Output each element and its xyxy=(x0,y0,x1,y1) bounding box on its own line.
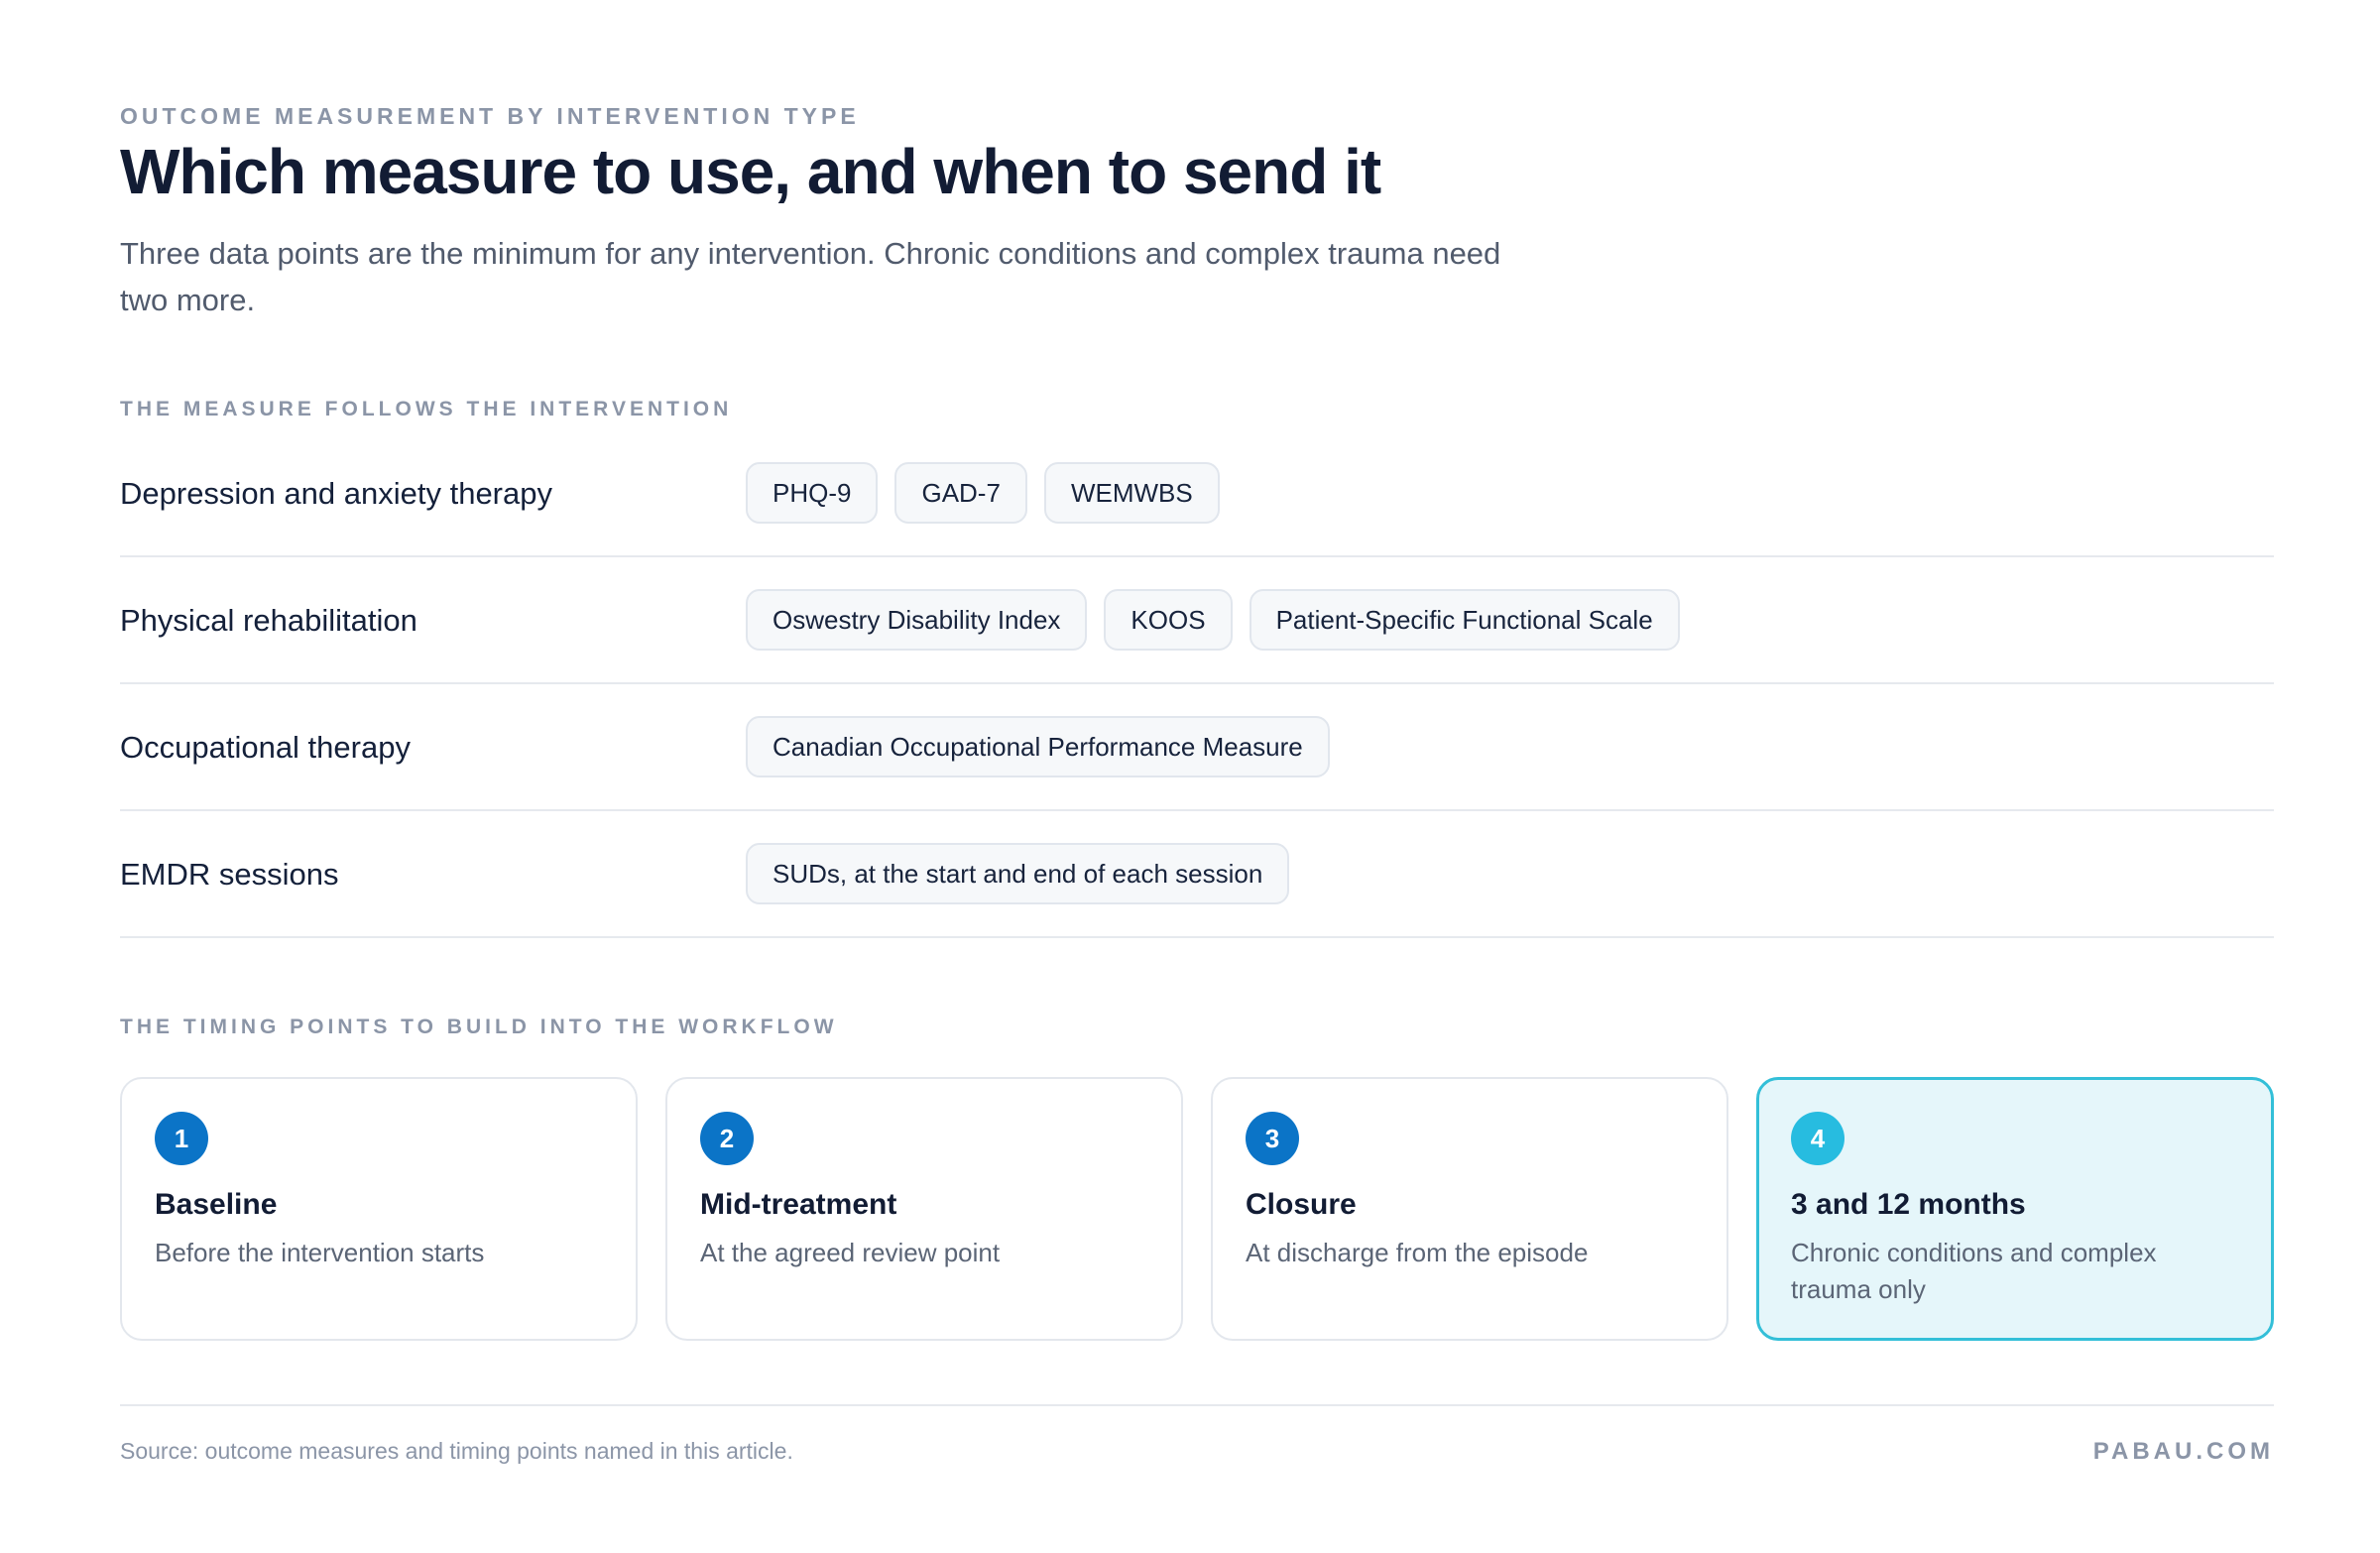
timing-card-description: Chronic conditions and complex trauma on… xyxy=(1791,1238,2157,1304)
step-number-badge: 1 xyxy=(155,1112,208,1165)
timing-card-follow-up: 4 3 and 12 months Chronic conditions and… xyxy=(1756,1077,2274,1341)
intervention-label: Physical rehabilitation xyxy=(120,603,417,638)
timing-card-baseline: 1 Baseline Before the intervention start… xyxy=(120,1077,638,1341)
footer-divider xyxy=(120,1404,2274,1406)
infographic-page: OUTCOME MEASUREMENT BY INTERVENTION TYPE… xyxy=(0,0,2380,1553)
measure-chip-group: PHQ-9 GAD-7 WEMWBS xyxy=(746,462,1220,524)
measure-chip: PHQ-9 xyxy=(746,462,879,524)
measure-row: EMDR sessions SUDs, at the start and end… xyxy=(120,811,2274,938)
step-number-badge: 2 xyxy=(700,1112,754,1165)
step-number-badge: 3 xyxy=(1246,1112,1299,1165)
intervention-label: Occupational therapy xyxy=(120,730,411,765)
source-note: Source: outcome measures and timing poin… xyxy=(120,1438,793,1464)
measure-chip: Canadian Occupational Performance Measur… xyxy=(746,716,1330,777)
timing-card-description: At the agreed review point xyxy=(700,1238,1001,1267)
eyebrow-label: OUTCOME MEASUREMENT BY INTERVENTION TYPE xyxy=(120,103,860,129)
timing-card-title: Mid-treatment xyxy=(700,1188,897,1221)
brand-wordmark: PABAU.COM xyxy=(2092,1438,2274,1465)
measure-row: Occupational therapy Canadian Occupation… xyxy=(120,684,2274,811)
intervention-label: EMDR sessions xyxy=(120,857,339,892)
measure-chip: GAD-7 xyxy=(894,462,1027,524)
measure-row: Physical rehabilitation Oswestry Disabil… xyxy=(120,557,2274,684)
timing-card-title: Baseline xyxy=(155,1188,278,1221)
timing-card-closure: 3 Closure At discharge from the episode xyxy=(1211,1077,1728,1341)
measure-chip: WEMWBS xyxy=(1043,462,1220,524)
measure-chip-group: Canadian Occupational Performance Measur… xyxy=(746,716,1330,777)
timing-section-label: THE TIMING POINTS TO BUILD INTO THE WORK… xyxy=(120,1015,838,1038)
measures-section-label: THE MEASURE FOLLOWS THE INTERVENTION xyxy=(120,398,733,420)
measure-chip: Oswestry Disability Index xyxy=(746,589,1088,651)
page-subtitle: Three data points are the minimum for an… xyxy=(120,236,1501,317)
timing-card-description: At discharge from the episode xyxy=(1246,1238,1589,1267)
measure-chip: Patient-Specific Functional Scale xyxy=(1249,589,1680,651)
measure-chip: SUDs, at the start and end of each sessi… xyxy=(746,843,1290,904)
measure-chip-group: Oswestry Disability Index KOOS Patient-S… xyxy=(746,589,1680,651)
timing-card-description: Before the intervention starts xyxy=(155,1238,485,1267)
measures-table: Depression and anxiety therapy PHQ-9 GAD… xyxy=(120,430,2274,938)
timing-cards: 1 Baseline Before the intervention start… xyxy=(120,1077,2274,1341)
measure-chip: KOOS xyxy=(1104,589,1233,651)
timing-card-mid-treatment: 2 Mid-treatment At the agreed review poi… xyxy=(665,1077,1183,1341)
step-number-badge: 4 xyxy=(1791,1112,1844,1165)
timing-card-title: Closure xyxy=(1246,1188,1357,1221)
measure-row: Depression and anxiety therapy PHQ-9 GAD… xyxy=(120,430,2274,557)
timing-card-title: 3 and 12 months xyxy=(1791,1188,2026,1221)
intervention-label: Depression and anxiety therapy xyxy=(120,476,552,511)
page-title: Which measure to use, and when to send i… xyxy=(120,136,1381,207)
measure-chip-group: SUDs, at the start and end of each sessi… xyxy=(746,843,1290,904)
